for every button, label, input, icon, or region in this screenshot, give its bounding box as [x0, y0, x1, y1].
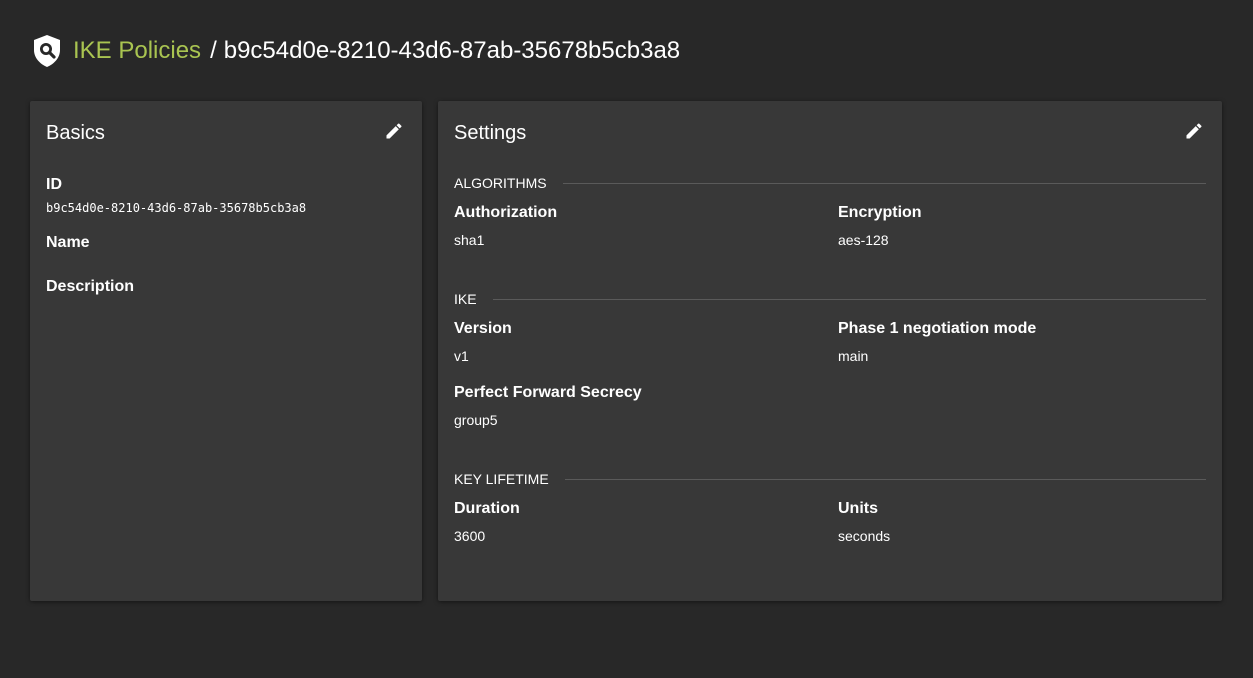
shield-search-icon: [32, 34, 62, 68]
section-divider: [562, 182, 1206, 184]
ike-section-heading: IKE: [454, 291, 1206, 307]
key-lifetime-heading-text: KEY LIFETIME: [454, 471, 549, 487]
authorization-label: Authorization: [454, 204, 558, 221]
settings-card: Settings ALGORITHMS Authorization sha1 E…: [438, 101, 1222, 601]
phase1-mode-value: main: [838, 348, 869, 364]
basics-card-title: Basics: [46, 122, 105, 144]
units-label: Units: [838, 500, 878, 517]
encryption-label: Encryption: [838, 204, 922, 221]
section-divider: [492, 298, 1206, 300]
pfs-value: group5: [454, 412, 498, 428]
phase1-mode-label: Phase 1 negotiation mode: [838, 320, 1037, 337]
pencil-icon: [384, 121, 404, 146]
encryption-value: aes-128: [838, 232, 889, 248]
authorization-value: sha1: [454, 232, 485, 248]
ike-heading-text: IKE: [454, 291, 477, 307]
pencil-icon: [1184, 121, 1204, 146]
name-label: Name: [46, 234, 90, 251]
units-value: seconds: [838, 528, 891, 544]
breadcrumb-separator: /: [210, 37, 217, 64]
version-value: v1: [454, 348, 469, 364]
basics-edit-button[interactable]: [382, 121, 406, 145]
breadcrumb-ike-policies-link[interactable]: IKE Policies: [73, 37, 201, 65]
page-title: b9c54d0e-8210-43d6-87ab-35678b5cb3a8: [223, 37, 681, 64]
duration-value: 3600: [454, 528, 486, 544]
id-value: b9c54d0e-8210-43d6-87ab-35678b5cb3a8: [46, 201, 307, 215]
basics-card: Basics ID b9c54d0e-8210-43d6-87ab-35678b…: [30, 101, 422, 601]
algorithms-heading-text: ALGORITHMS: [454, 175, 547, 191]
key-lifetime-section-heading: KEY LIFETIME: [454, 471, 1206, 487]
settings-card-title: Settings: [454, 122, 527, 144]
section-divider: [564, 478, 1206, 480]
duration-label: Duration: [454, 500, 520, 517]
settings-edit-button[interactable]: [1182, 121, 1206, 145]
pfs-label: Perfect Forward Secrecy: [454, 384, 642, 401]
id-label: ID: [46, 176, 62, 193]
version-label: Version: [454, 320, 512, 337]
description-label: Description: [46, 278, 135, 295]
breadcrumb: IKE Policies / b9c54d0e-8210-43d6-87ab-3…: [32, 34, 680, 68]
algorithms-section-heading: ALGORITHMS: [454, 175, 1206, 191]
